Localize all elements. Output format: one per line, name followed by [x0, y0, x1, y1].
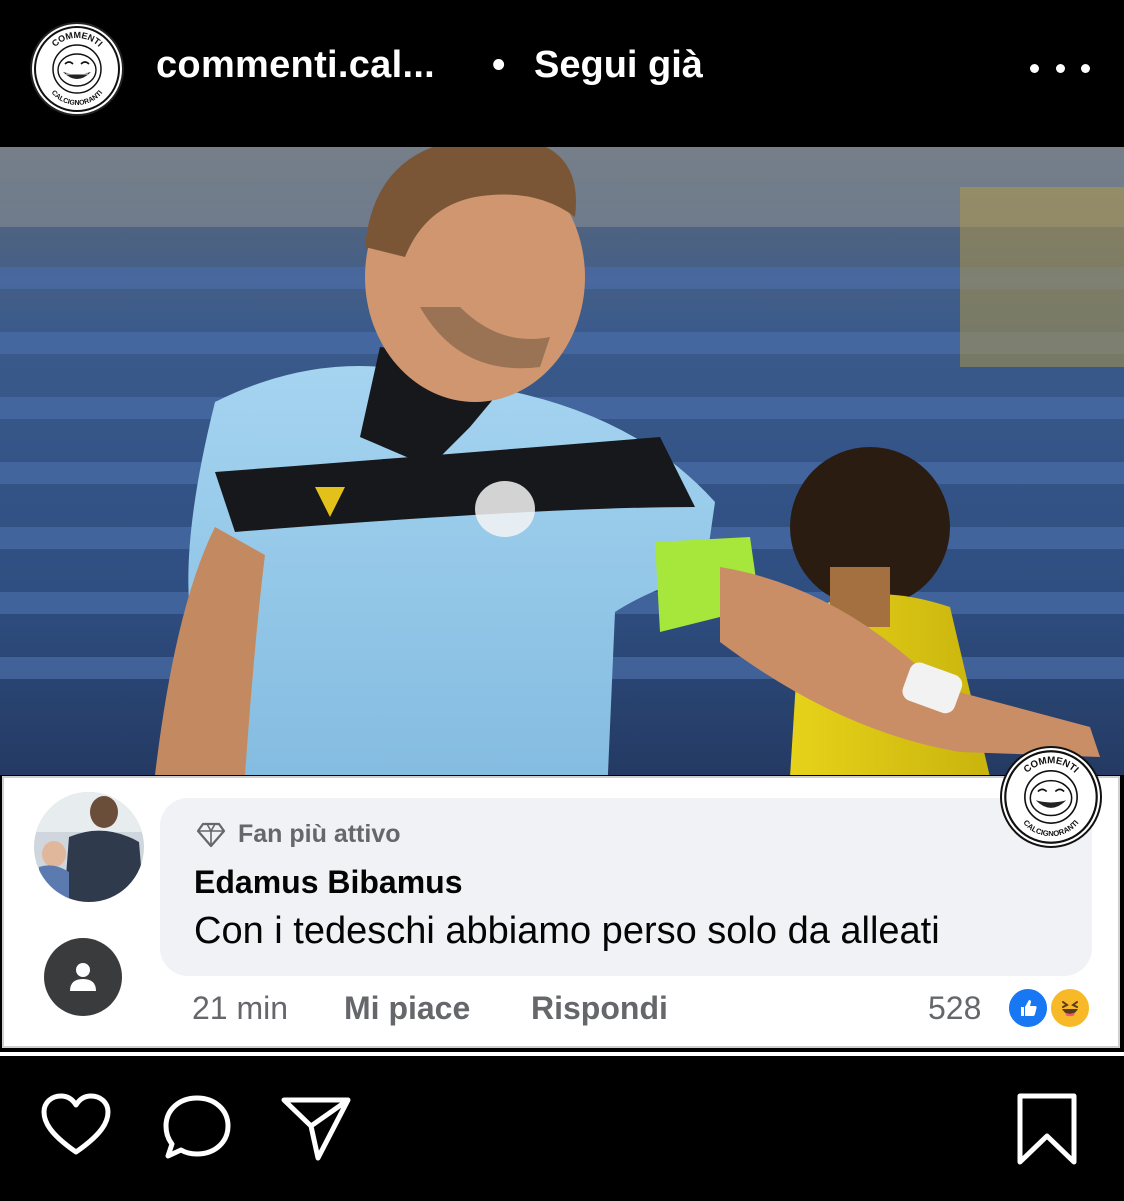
comment-text: Con i tedeschi abbiamo perso solo da all… [194, 910, 940, 952]
share-icon[interactable] [280, 1092, 352, 1169]
badge-label: Fan più attivo [238, 820, 401, 848]
post-action-bar [0, 1060, 1124, 1201]
comment-icon[interactable] [160, 1092, 234, 1169]
commenter-avatar[interactable] [34, 792, 144, 902]
like-reaction-icon [1006, 986, 1050, 1030]
diamond-icon [196, 822, 226, 847]
reaction-count[interactable]: 528 [928, 990, 981, 1027]
troll-face-logo-watermark: COMMENTI CALCIGNORANTI [1004, 750, 1098, 844]
username[interactable]: commenti.cal... [156, 44, 435, 87]
post-header: COMMENTI CALCIGNORANTI commenti.cal... •… [0, 0, 1124, 140]
post-photo[interactable] [0, 147, 1124, 775]
follow-button[interactable]: Segui già [534, 44, 703, 87]
comment-screenshot: Fan più attivo Edamus Bibamus Con i tede… [2, 776, 1120, 1048]
troll-face-logo: COMMENTI CALCIGNORANTI [34, 26, 120, 112]
football-player-image [0, 147, 1124, 775]
bookmark-icon[interactable] [1014, 1092, 1080, 1171]
more-horizontal-icon[interactable] [1030, 50, 1090, 86]
comment-author[interactable]: Edamus Bibamus [194, 864, 463, 901]
top-fan-badge: Fan più attivo [196, 820, 401, 849]
separator-dot: • [492, 44, 506, 86]
profile-avatar[interactable]: COMMENTI CALCIGNORANTI [30, 22, 124, 116]
like-link[interactable]: Mi piace [344, 990, 470, 1027]
comment-bubble: Fan più attivo Edamus Bibamus Con i tede… [160, 798, 1092, 976]
comment-time: 21 min [192, 990, 289, 1026]
reply-link[interactable]: Rispondi [531, 990, 668, 1027]
watermark-logo: COMMENTI CALCIGNORANTI [1000, 746, 1102, 848]
haha-reaction-icon [1048, 986, 1092, 1030]
anonymous-user-icon [44, 938, 122, 1016]
heart-icon[interactable] [40, 1092, 112, 1163]
commenter-photo [34, 792, 144, 902]
divider [0, 1052, 1124, 1056]
